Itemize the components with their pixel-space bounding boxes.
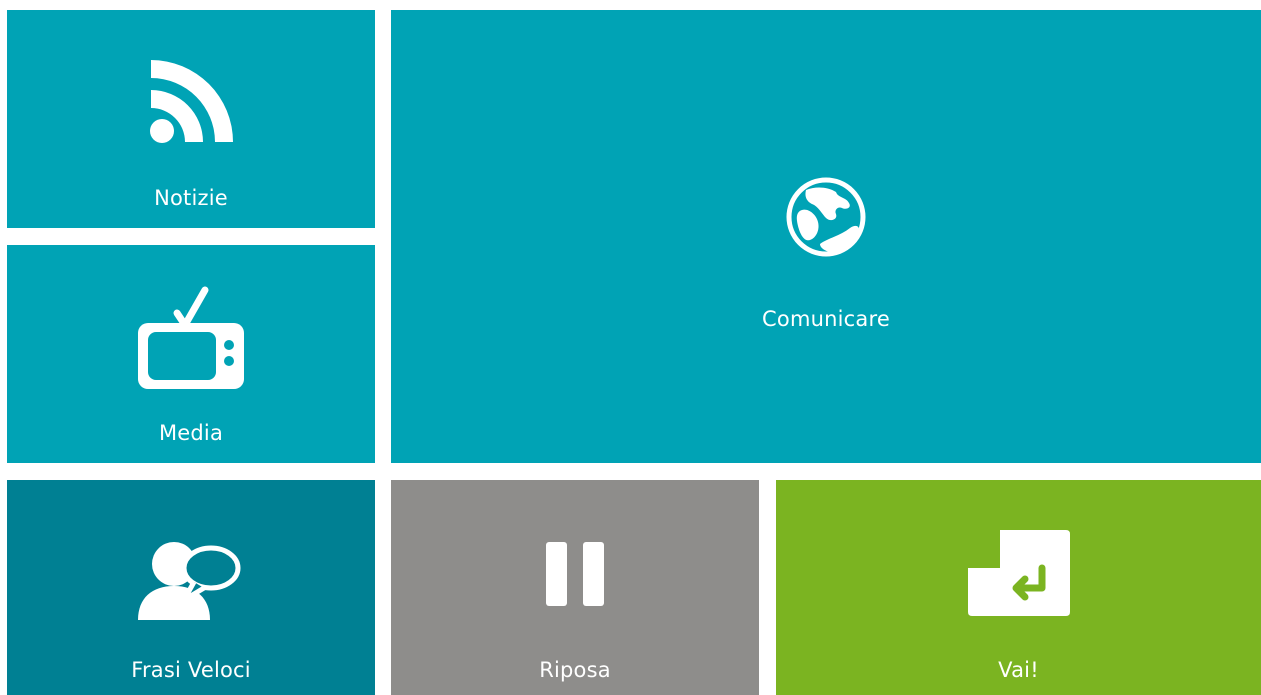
- tile-riposa[interactable]: Riposa: [391, 480, 759, 695]
- tv-icon: [138, 286, 244, 389]
- tile-label: Notizie: [154, 186, 228, 210]
- tile-label: Vai!: [998, 658, 1039, 682]
- tile-notizie[interactable]: Notizie: [7, 10, 375, 228]
- pause-icon: [546, 542, 604, 606]
- tile-label: Comunicare: [762, 307, 890, 331]
- globe-icon: [786, 177, 866, 257]
- rss-icon: [150, 60, 233, 143]
- tile-media[interactable]: Media: [7, 245, 375, 463]
- enter-key-icon: [967, 530, 1070, 616]
- tile-label: Riposa: [539, 658, 611, 682]
- tile-label: Frasi Veloci: [131, 658, 251, 682]
- tile-comunicare[interactable]: Comunicare: [391, 10, 1261, 463]
- speech-person-icon: [138, 542, 241, 620]
- tile-vai[interactable]: Vai!: [776, 480, 1261, 695]
- tile-label: Media: [158, 421, 224, 445]
- tile-frasi-veloci[interactable]: Frasi Veloci: [7, 480, 375, 695]
